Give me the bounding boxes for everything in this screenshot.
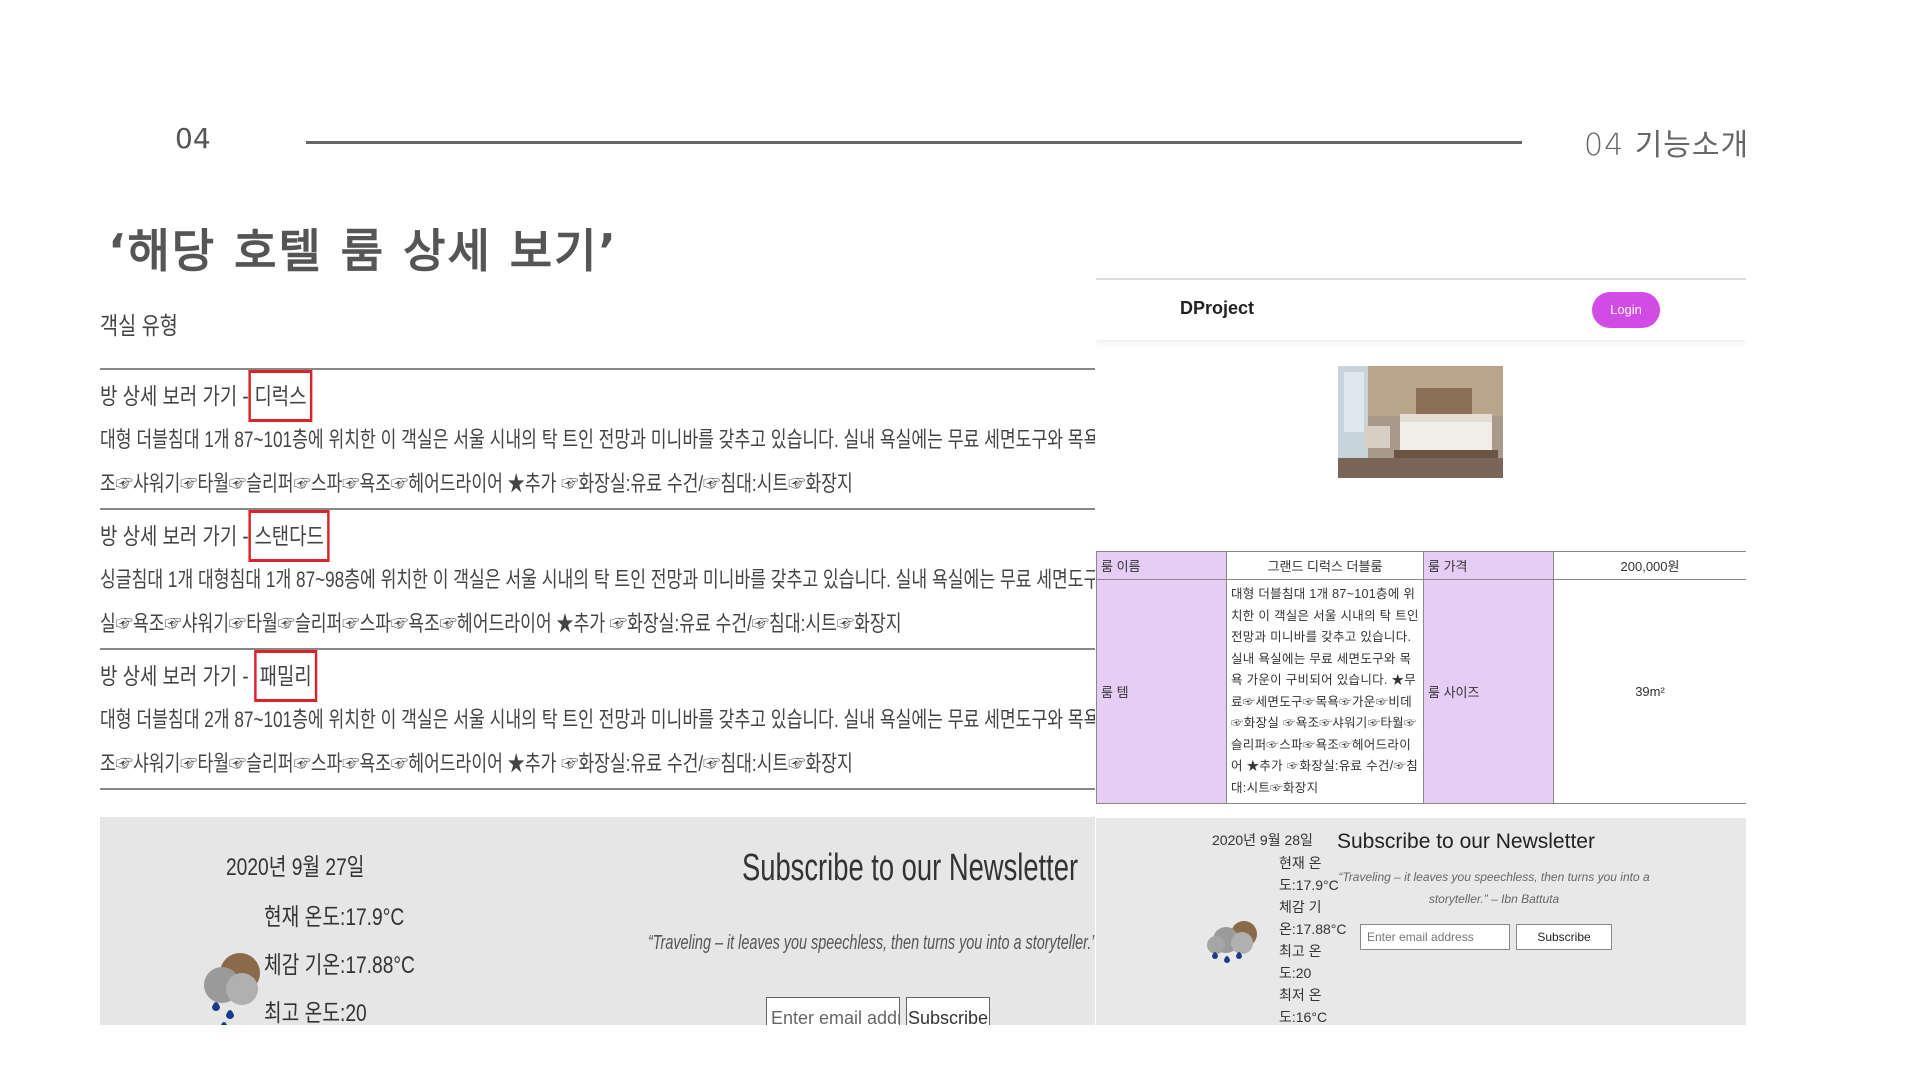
room-detail-link[interactable]: 방 상세 보러 가기 - 스탠다드 xyxy=(100,510,1002,562)
room-item: 방 상세 보러 가기 - 패밀리 대형 더블침대 2개 87~101층에 위치한… xyxy=(100,650,1095,786)
subscribe-button[interactable]: Subscribe xyxy=(1516,924,1612,950)
max-temperature: 최고 온도:20 xyxy=(264,1000,367,1025)
room-list-screenshot: 방 상세 보러 가기 - 디럭스 대형 더블침대 1개 87~101층에 위치한 … xyxy=(100,368,1095,791)
room-size-value: 39m² xyxy=(1553,579,1746,804)
room-item: 방 상세 보러 가기 - 디럭스 대형 더블침대 1개 87~101층에 위치한 … xyxy=(100,370,1095,506)
room-description-line: 조☞샤워기☞타월☞슬리퍼☞스파☞욕조☞헤어드라이어 ★추가 ☞화장실:유료 수건… xyxy=(100,471,853,496)
room-name-value: 그랜드 디럭스 더블룸 xyxy=(1226,551,1424,580)
room-detail-link[interactable]: 방 상세 보러 가기 - 패밀리 xyxy=(100,650,1002,702)
room-description: 대형 더블침대 1개 87~101층에 위치한 이 객실은 서울 시내의 탁 트… xyxy=(1226,579,1424,804)
room-link-prefix: 방 상세 보러 가기 - xyxy=(100,663,254,689)
max-temperature: 최고 온도:20 xyxy=(1279,943,1322,981)
footer-screenshot: 2020년 9월 27일 현재 온도:17.9°C 체감 기온:17.88°C … xyxy=(100,817,1095,1025)
room-description-line: 싱글침대 1개 대형침대 1개 87~98층에 위치한 이 객실은 서울 시내의… xyxy=(100,567,1095,592)
page-footer: 2020년 9월 28일 현재 온도:17.9°C 체감 기온:17.88°C … xyxy=(1096,818,1746,1025)
room-detail-link[interactable]: 방 상세 보러 가기 - 디럭스 xyxy=(100,370,1002,422)
newsletter-title: Subscribe to our Newsletter xyxy=(742,847,1079,889)
header-divider xyxy=(306,141,1522,144)
email-input[interactable]: Enter email address xyxy=(766,997,900,1025)
divider xyxy=(100,788,1095,790)
room-size-label: 룸 사이즈 xyxy=(1423,579,1554,804)
slide-number: 04 xyxy=(175,122,211,155)
login-button[interactable]: Login xyxy=(1592,292,1660,328)
newsletter-title: Subscribe to our Newsletter xyxy=(1337,830,1595,853)
room-price-label: 룸 가격 xyxy=(1423,551,1554,580)
room-item: 방 상세 보러 가기 - 스탠다드 싱글침대 1개 대형침대 1개 87~98층에… xyxy=(100,510,1095,646)
section-label: 04 기능소개 xyxy=(1584,128,1750,163)
navbar: DProject Login xyxy=(1096,280,1746,340)
room-type-heading: 객실 유형 xyxy=(100,313,178,340)
subscribe-button[interactable]: Subscribe xyxy=(906,997,990,1025)
newsletter-quote: “Traveling – it leaves you speechless, t… xyxy=(648,932,1095,954)
weather-rain-cloud-icon xyxy=(192,945,262,1025)
weather-date: 2020년 9월 28일 xyxy=(1212,832,1313,848)
room-price-value: 200,000원 xyxy=(1553,551,1746,580)
hotel-room-photo xyxy=(1338,366,1503,478)
brand-logo[interactable]: DProject xyxy=(1180,298,1254,319)
room-info-table: 룸 이름 그랜드 디럭스 더블룸 룸 가격 200,000원 룸 템 대형 더블… xyxy=(1096,551,1746,804)
room-item-label: 룸 템 xyxy=(1096,579,1227,804)
room-link-prefix: 방 상세 보러 가기 - xyxy=(100,523,249,549)
newsletter-quote: “Traveling – it leaves you speechless, t… xyxy=(1338,870,1650,906)
room-description-line: 대형 더블침대 2개 87~101층에 위치한 이 객실은 서울 시내의 탁 트… xyxy=(100,707,1095,732)
room-name-highlight[interactable]: 디럭스 xyxy=(248,370,313,422)
room-link-prefix: 방 상세 보러 가기 - xyxy=(100,383,249,409)
room-name-label: 룸 이름 xyxy=(1096,551,1227,580)
weather-date: 2020년 9월 27일 xyxy=(226,854,365,881)
room-detail-screenshot: DProject Login 룸 이름 그랜드 디럭스 더블룸 룸 가격 200… xyxy=(1096,278,1746,1025)
min-temperature: 최저 온도:16°C xyxy=(1279,987,1328,1025)
feels-like-temperature: 체감 기온:17.88°C xyxy=(264,952,415,979)
weather-rain-cloud-icon xyxy=(1196,918,1266,973)
slide-title: ‘해당 호텔 룸 상세 보기’ xyxy=(108,224,618,278)
room-description-line: 대형 더블침대 1개 87~101층에 위치한 이 객실은 서울 시내의 탁 트… xyxy=(100,427,1095,452)
email-input[interactable]: Enter email address xyxy=(1360,924,1510,950)
room-description-line: 조☞샤워기☞타월☞슬리퍼☞스파☞욕조☞헤어드라이어 ★추가 ☞화장실:유료 수건… xyxy=(100,751,853,776)
room-description-line: 실☞욕조☞샤워기☞타월☞슬리퍼☞스파☞욕조☞헤어드라이어 ★추가 ☞화장실:유료… xyxy=(100,611,902,636)
current-temperature: 현재 온도:17.9°C xyxy=(264,904,405,931)
room-name-highlight[interactable]: 스탠다드 xyxy=(248,510,330,562)
room-name-highlight[interactable]: 패밀리 xyxy=(253,650,318,702)
